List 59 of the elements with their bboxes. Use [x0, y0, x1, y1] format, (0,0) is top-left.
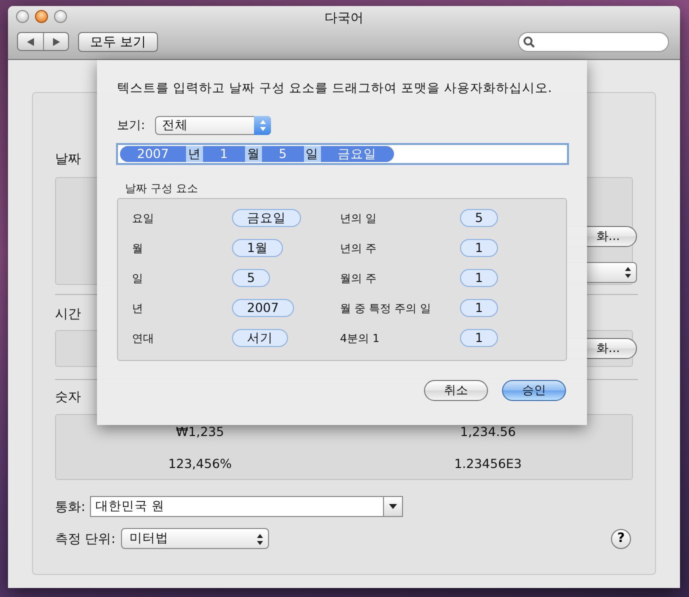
time-label: 시간	[55, 306, 81, 323]
date-token[interactable]: 5	[262, 146, 304, 162]
format-field[interactable]: 2007 년 1 월 5 일 금요일	[116, 143, 569, 165]
number-sample: 1,234.56	[460, 424, 516, 438]
element-label: 년의 주	[340, 240, 378, 256]
date-element-token[interactable]: 5	[232, 269, 270, 287]
date-label: 날짜	[55, 151, 81, 168]
window-title: 다국어	[324, 10, 364, 27]
date-element-token[interactable]: 서기	[232, 329, 288, 347]
literal-text: 월	[244, 146, 262, 162]
currency-label: 통화:	[55, 498, 86, 516]
units-label: 측정 단위:	[55, 530, 116, 548]
element-label: 요일	[132, 210, 155, 226]
element-label: 년	[132, 300, 144, 316]
instruction-text: 텍스트를 입력하고 날짜 구성 요소를 드래그하여 포맷을 사용자화하십시오.	[117, 80, 553, 97]
element-label: 월의 주	[340, 270, 378, 286]
left-triangle-icon	[26, 36, 35, 46]
down-triangle-icon	[389, 504, 398, 509]
date-element-token[interactable]: 1	[460, 269, 498, 287]
date-element-token[interactable]: 5	[460, 209, 498, 227]
element-label: 연대	[132, 330, 155, 346]
number-sample: 1.23456E3	[454, 456, 522, 470]
show-label: 보기:	[117, 117, 146, 134]
date-element-token[interactable]: 1월	[232, 239, 283, 257]
up-down-arrows-icon	[623, 265, 633, 280]
element-label: 월 중 특정 주의 일	[340, 300, 432, 316]
up-down-arrows-icon	[254, 532, 265, 547]
close-button[interactable]	[16, 10, 29, 23]
number-sample: ₩1,235	[176, 424, 224, 438]
ok-button[interactable]: 승인	[502, 380, 566, 401]
up-down-arrows-icon	[260, 120, 266, 131]
date-element-token[interactable]: 1	[460, 239, 498, 257]
search-field[interactable]	[518, 32, 669, 52]
cancel-button[interactable]: 취소	[424, 380, 488, 401]
show-all-button[interactable]: 모두 보기	[78, 32, 158, 52]
number-sample: 123,456%	[168, 456, 232, 470]
date-element-token[interactable]: 2007	[232, 299, 294, 317]
literal-text: 일	[304, 146, 321, 162]
element-label: 일	[132, 270, 144, 286]
group-title: 날짜 구성 요소	[125, 181, 199, 196]
numbers-label: 숫자	[55, 389, 81, 406]
currency-combo[interactable]: 대한민국 원	[90, 496, 404, 517]
element-label: 년의 일	[340, 210, 378, 226]
right-triangle-icon	[52, 36, 60, 46]
date-token[interactable]: 금요일	[320, 146, 394, 162]
units-popup[interactable]: 미터법	[120, 528, 269, 549]
element-label: 4분의 1	[340, 330, 380, 346]
help-button[interactable]: ?	[611, 528, 631, 548]
minimize-button[interactable]	[35, 10, 48, 23]
date-token[interactable]: 2007	[120, 146, 186, 162]
date-element-token[interactable]: 1	[460, 299, 498, 317]
search-icon	[523, 36, 535, 48]
element-label: 월	[132, 240, 144, 256]
date-token[interactable]: 1	[202, 146, 245, 162]
date-element-token[interactable]: 1	[460, 329, 498, 347]
date-element-token[interactable]: 금요일	[232, 209, 301, 227]
literal-text: 년	[186, 146, 203, 162]
zoom-button[interactable]	[54, 10, 67, 23]
show-popup[interactable]: 전체	[155, 116, 272, 135]
